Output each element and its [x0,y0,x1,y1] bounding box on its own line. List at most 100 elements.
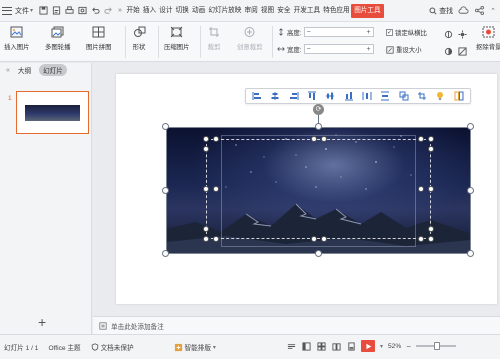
tab-picture-tools[interactable]: 图片工具 [351,3,384,18]
tab-special-apps[interactable]: 特色应用 [322,4,352,18]
more-quick-access[interactable]: » [118,7,122,14]
distribute-vertical-icon[interactable] [379,90,391,102]
resize-handle-bottom-left[interactable] [162,250,169,257]
more-options-icon[interactable] [453,90,465,102]
crop-handle-top-right-inner[interactable] [418,136,424,142]
tab-security[interactable]: 安全 [276,4,292,18]
height-field[interactable]: − + [303,27,374,37]
tab-transition[interactable]: 切换 [174,4,190,18]
crop-handle-bottom-left-inner[interactable] [213,236,219,242]
resize-handle-bottom-right[interactable] [467,250,474,257]
width-field[interactable]: − + [303,44,374,54]
tab-review[interactable]: 审阅 [243,4,259,18]
crop-handle-top-right[interactable] [428,136,434,142]
resize-handle-top-left[interactable] [162,123,169,130]
main-menu-icon[interactable] [2,6,12,15]
align-bottom-icon[interactable] [343,90,355,102]
crop-handle-top-right-lower[interactable] [428,146,434,152]
collapse-pane-icon[interactable]: « [6,67,10,74]
crop-handle-top-a[interactable] [311,136,317,142]
align-left-icon[interactable] [251,90,263,102]
crop-handle-bottom-right-upper[interactable] [428,226,434,232]
contrast-icon[interactable] [444,47,453,56]
file-menu[interactable]: 文件 ▾ [15,6,33,16]
normal-view-icon[interactable] [301,341,311,351]
tab-outline[interactable]: 大纲 [14,64,35,76]
align-center-icon[interactable] [269,90,281,102]
save-icon[interactable] [38,5,49,16]
crop-handle-bottom-left[interactable] [203,236,209,242]
slide-sorter-icon[interactable] [316,341,326,351]
zoom-out-icon[interactable]: − [406,342,411,351]
theme-name[interactable]: Office 主题 [48,342,80,352]
zoom-level[interactable]: 52% [388,343,401,350]
creative-crop-button[interactable]: 创意裁剪 [237,25,263,51]
brightness-icon[interactable] [458,30,467,39]
resize-handle-left[interactable] [162,187,169,194]
color-adjust-icon[interactable] [444,30,453,39]
crop-handle-top-left[interactable] [203,136,209,142]
crop-handle-top-left-inner[interactable] [213,136,219,142]
insert-image-button[interactable]: 插入图片 [4,25,30,51]
export-pdf-icon[interactable] [51,5,62,16]
zoom-slider-knob[interactable] [433,342,440,350]
resize-handle-right[interactable] [467,187,474,194]
lock-aspect-ratio-checkbox[interactable]: ✓ 锁定纵横比 [386,28,427,37]
tab-animation[interactable]: 动画 [190,4,206,18]
tab-home[interactable]: 开始 [125,4,141,18]
reading-view-icon[interactable] [331,341,341,351]
multi-image-carousel-button[interactable]: 多图轮播 [45,25,71,51]
crop-handle-bottom-b[interactable] [321,236,327,242]
group-icon[interactable] [398,90,410,102]
reset-size-button[interactable]: 重设大小 [386,45,422,54]
print-preview-icon[interactable] [77,5,88,16]
compress-image-button[interactable]: 压缩图片 [164,25,190,51]
slide-thumbnail[interactable] [16,91,89,134]
resize-handle-top[interactable] [315,123,322,130]
tab-insert[interactable]: 插入 [141,4,157,18]
add-slide-button[interactable]: + [38,315,46,329]
tab-design[interactable]: 设计 [158,4,174,18]
document-protection[interactable]: 文档未保护 [91,342,134,352]
resize-handle-bottom[interactable] [315,250,322,257]
crop-handle-top-left-lower[interactable] [203,146,209,152]
cloud-sync-icon[interactable] [458,5,469,16]
tab-slideshow[interactable]: 幻灯片放映 [207,4,243,18]
width-decrement[interactable]: − [307,46,311,53]
crop-button[interactable]: 裁剪 [206,25,222,51]
crop-handle-left-a[interactable] [203,186,209,192]
notes-pane[interactable]: 单击此处添加备注 [93,316,500,334]
crop-handle-bottom-left-upper[interactable] [203,226,209,232]
play-slideshow-button[interactable] [361,340,375,352]
align-right-icon[interactable] [288,90,300,102]
tab-slides[interactable]: 幻灯片 [39,64,67,76]
lightbulb-icon[interactable] [434,90,446,102]
crop-handle-bottom-right[interactable] [428,236,434,242]
search-button[interactable]: 查找 [429,6,453,16]
zoom-slider[interactable] [415,342,456,350]
crop-handle-right-b[interactable] [428,186,434,192]
notes-page-view-icon[interactable] [346,341,356,351]
crop-picture-icon[interactable] [416,90,428,102]
share-icon[interactable] [474,5,485,16]
align-middle-icon[interactable] [324,90,336,102]
height-increment[interactable]: + [366,29,370,36]
undo-icon[interactable] [90,5,101,16]
crop-handle-bottom-right-inner[interactable] [418,236,424,242]
remove-background-button[interactable]: 抠除背景 [476,25,500,51]
shape-button[interactable]: 形状 [131,25,147,51]
smart-layout-button[interactable]: 智能排版 ▾ [174,342,216,352]
chevron-down-icon[interactable]: ▾ [380,343,383,350]
height-decrement[interactable]: − [307,29,311,36]
tab-developer[interactable]: 开发工具 [292,4,322,18]
notes-toggle-icon[interactable] [286,341,296,351]
collapse-ribbon-icon[interactable]: ⌃ [490,7,496,15]
distribute-horizontal-icon[interactable] [361,90,373,102]
crop-handle-left-b[interactable] [213,186,219,192]
crop-handle-top-b[interactable] [321,136,327,142]
image-puzzle-button[interactable]: 图片拼图 [86,25,112,51]
resize-handle-top-right[interactable] [467,123,474,130]
crop-handle-right-a[interactable] [418,186,424,192]
redo-icon[interactable] [103,5,114,16]
crop-handle-bottom-a[interactable] [311,236,317,242]
